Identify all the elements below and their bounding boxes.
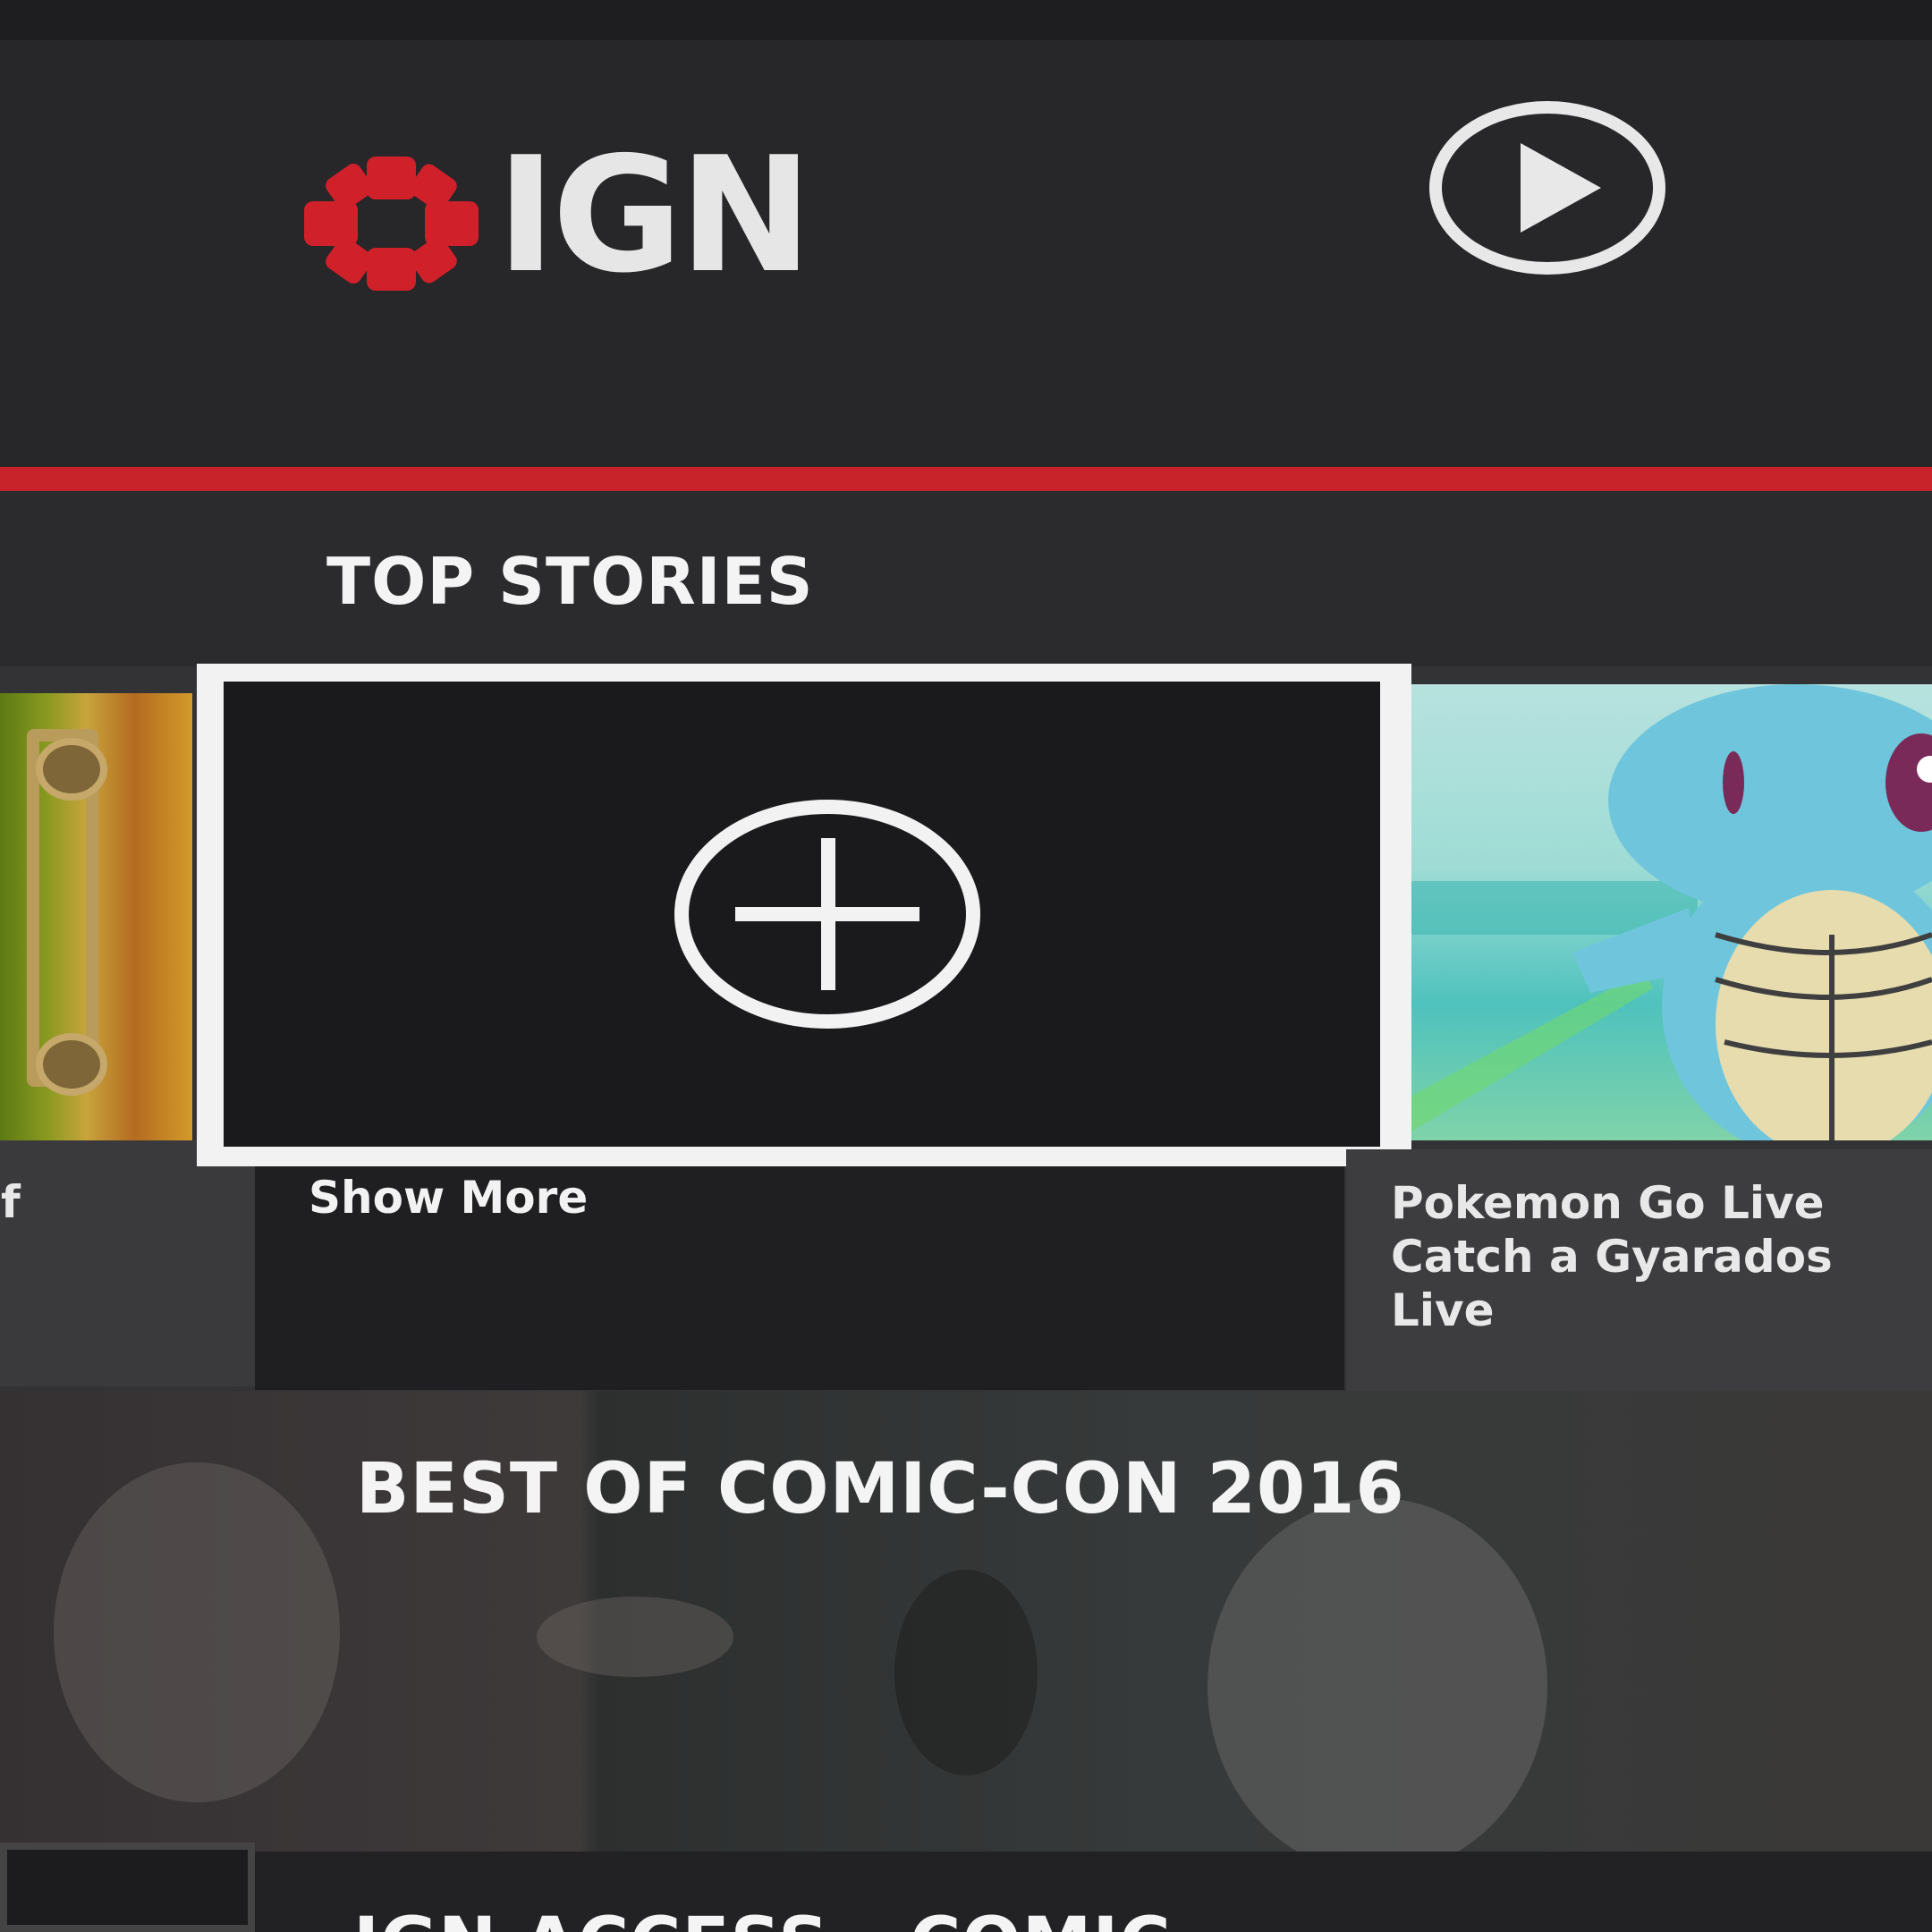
next-rail-thumbnail[interactable] — [0, 1843, 255, 1932]
plus-circle-icon — [674, 800, 980, 1029]
play-circle-icon[interactable] — [1427, 98, 1668, 277]
pokemon-story-caption[interactable]: Pokemon Go Live Catch a Gyarados Live — [1346, 1149, 1932, 1391]
ign-wordmark: IGN — [496, 123, 812, 308]
ign-access-heading: IGN ACCESS - COMIC — [353, 1903, 1172, 1932]
header-top-strip — [0, 0, 1932, 40]
story-caption-line: Live — [1391, 1284, 1495, 1336]
show-more-tile — [224, 682, 1380, 1147]
story-card-caption[interactable]: nts of al — [0, 1140, 255, 1386]
frame-ornament — [36, 738, 107, 801]
story-caption-line: al — [0, 1230, 255, 1285]
ign-logo: IGN — [304, 136, 877, 295]
pokemon-story-thumbnail[interactable] — [1411, 684, 1932, 1140]
banner-figure — [1208, 1498, 1547, 1852]
story-card-thumbnail[interactable] — [0, 693, 192, 1140]
show-more-card[interactable] — [197, 664, 1411, 1166]
frame-ornament — [36, 1033, 107, 1096]
banner-figure — [894, 1570, 1038, 1775]
squirtle-artwork — [1411, 684, 1932, 1140]
story-caption-line: Catch a Gyarados — [1391, 1231, 1833, 1283]
header-bar: IGN — [0, 0, 1932, 474]
banner-figure — [54, 1462, 340, 1802]
comic-con-heading: BEST OF COMIC-CON 2016 — [356, 1449, 1405, 1530]
header-divider — [0, 467, 1932, 491]
show-more-label[interactable]: Show More — [309, 1172, 588, 1224]
story-caption-line: Pokemon Go Live — [1391, 1177, 1825, 1229]
top-stories-heading: TOP STORIES — [326, 544, 814, 619]
story-caption-line: nts of — [0, 1176, 21, 1228]
banner-figure — [537, 1597, 733, 1677]
ign-logo-mark-icon — [304, 157, 479, 291]
